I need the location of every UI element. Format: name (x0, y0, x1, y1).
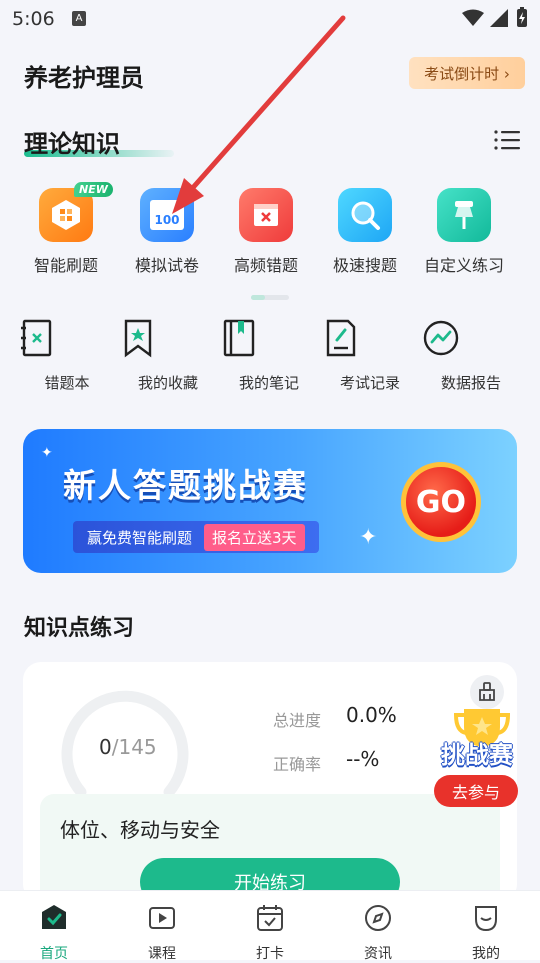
notification-a-icon: A (72, 11, 86, 26)
exam-countdown-button[interactable]: 考试倒计时 › (409, 57, 525, 89)
mistake-book-icon (21, 319, 52, 357)
course-play-icon (149, 907, 175, 929)
total-progress-value: 0.0% (346, 703, 397, 727)
total-progress-label: 总进度 (273, 711, 322, 730)
battery-icon (517, 7, 527, 27)
mock-exam-label: 模拟试卷 (134, 256, 199, 275)
annotation-arrow-icon (172, 15, 346, 214)
accuracy-label: 正确率 (273, 755, 322, 774)
status-time: 5:06 (12, 8, 55, 30)
data-report-item[interactable]: 数据报告 (421, 318, 521, 393)
frequent-mistakes-label: 高频错题 (233, 256, 298, 275)
custom-practice-label: 自定义练习 (423, 256, 504, 275)
theory-section-title: 理论知识 (24, 130, 120, 158)
smart-practice-item[interactable]: NEW 智能刷题 (16, 182, 116, 276)
favorites-item[interactable]: 我的收藏 (118, 318, 218, 393)
data-report-icon (423, 320, 459, 356)
signal-icon (490, 9, 508, 27)
clean-broom-icon[interactable] (470, 675, 504, 709)
sparkle-icon: ✦ (359, 525, 378, 550)
challenge-banner[interactable]: ✦ ✦ 新人答题挑战赛 赢免费智能刷题 报名立送3天 GO (23, 429, 517, 573)
notes-label: 我的笔记 (238, 374, 299, 392)
new-badge: NEW (74, 182, 113, 197)
mistake-book-item[interactable]: 错题本 (17, 318, 117, 393)
topic-title: 体位、移动与安全 (60, 818, 220, 842)
list-menu-icon[interactable] (494, 130, 520, 150)
bottom-tab-bar: 首页 课程 打卡 资讯 我的 (0, 890, 540, 963)
banner-subtitle: 赢免费智能刷题 报名立送3天 (73, 521, 319, 553)
challenge-join-button[interactable]: 去参与 (434, 775, 518, 807)
tab-mine[interactable]: 我的 (432, 903, 540, 963)
banner-title: 新人答题挑战赛 (63, 466, 308, 505)
challenge-title: 挑战赛 (441, 741, 513, 769)
tab-news-label: 资讯 (364, 946, 392, 962)
home-icon (42, 905, 66, 929)
progress-total: /145 (111, 735, 157, 759)
knowledge-section-title: 知识点练习 (24, 616, 135, 641)
grid-page-indicator (251, 295, 289, 300)
wifi-icon (462, 9, 484, 26)
tab-course-label: 课程 (148, 946, 176, 962)
custom-practice-icon (437, 188, 491, 242)
favorites-icon (124, 319, 152, 358)
checkin-calendar-icon (257, 905, 283, 931)
custom-practice-item[interactable]: 自定义练习 (414, 188, 514, 276)
tab-mine-label: 我的 (472, 946, 500, 962)
tab-news[interactable]: 资讯 (324, 903, 432, 963)
exam-record-item[interactable]: 考试记录 (320, 318, 420, 393)
favorites-label: 我的收藏 (137, 374, 198, 392)
notes-icon (223, 319, 255, 357)
data-report-label: 数据报告 (440, 374, 501, 392)
profile-icon (475, 906, 497, 932)
tab-home-label: 首页 (40, 946, 68, 962)
tab-home[interactable]: 首页 (0, 903, 108, 963)
smart-practice-label: 智能刷题 (33, 256, 98, 275)
floating-challenge-widget[interactable]: 挑战赛 去参与 (432, 705, 532, 807)
progress-count: 0/145 (99, 735, 157, 759)
notes-item[interactable]: 我的笔记 (219, 318, 319, 393)
exam-record-label: 考试记录 (339, 374, 400, 392)
banner-subtitle-left: 赢免费智能刷题 (87, 528, 193, 547)
exam-record-icon (326, 319, 356, 357)
progress-done: 0 (99, 735, 112, 759)
sparkle-icon: ✦ (41, 445, 53, 461)
tab-checkin-label: 打卡 (256, 946, 284, 962)
tab-checkin[interactable]: 打卡 (216, 903, 324, 963)
page-title: 养老护理员 (24, 64, 144, 92)
mistake-book-label: 错题本 (44, 374, 90, 392)
accuracy-value: --% (346, 747, 380, 771)
banner-subtitle-right: 报名立送3天 (204, 523, 305, 551)
compass-icon (365, 905, 391, 931)
tab-course[interactable]: 课程 (108, 903, 216, 963)
search-question-label: 极速搜题 (332, 256, 397, 275)
banner-go-button[interactable]: GO (401, 462, 481, 542)
